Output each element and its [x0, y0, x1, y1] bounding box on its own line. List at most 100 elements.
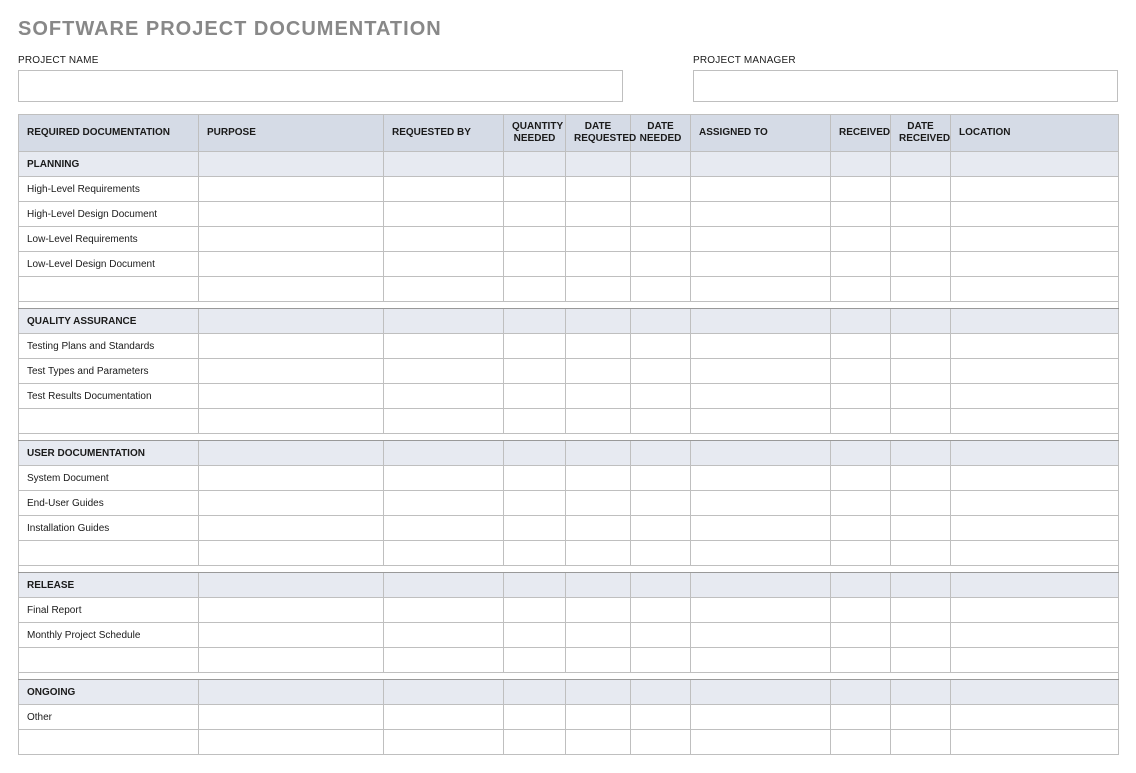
table-cell[interactable]	[951, 516, 1119, 541]
table-cell[interactable]	[384, 334, 504, 359]
table-cell[interactable]	[504, 516, 566, 541]
table-cell[interactable]	[631, 409, 691, 434]
table-cell[interactable]	[631, 277, 691, 302]
table-cell[interactable]	[691, 623, 831, 648]
table-cell[interactable]: End-User Guides	[19, 491, 199, 516]
table-cell[interactable]	[504, 177, 566, 202]
table-cell[interactable]	[566, 730, 631, 755]
table-cell[interactable]	[831, 202, 891, 227]
table-cell[interactable]	[199, 384, 384, 409]
table-cell[interactable]	[891, 409, 951, 434]
table-cell[interactable]	[691, 202, 831, 227]
table-cell[interactable]	[951, 491, 1119, 516]
table-cell[interactable]	[384, 491, 504, 516]
table-cell[interactable]	[384, 227, 504, 252]
table-cell[interactable]	[384, 252, 504, 277]
table-cell[interactable]	[831, 227, 891, 252]
table-cell[interactable]	[831, 177, 891, 202]
table-cell[interactable]	[631, 227, 691, 252]
table-cell[interactable]	[891, 384, 951, 409]
table-cell[interactable]: High-Level Requirements	[19, 177, 199, 202]
table-cell[interactable]	[199, 177, 384, 202]
table-cell[interactable]	[691, 466, 831, 491]
table-cell[interactable]	[691, 516, 831, 541]
table-cell[interactable]	[691, 252, 831, 277]
project-name-input[interactable]	[18, 70, 623, 102]
table-cell[interactable]	[831, 491, 891, 516]
table-cell[interactable]	[566, 623, 631, 648]
table-cell[interactable]	[566, 277, 631, 302]
table-cell[interactable]	[504, 359, 566, 384]
table-cell[interactable]	[831, 466, 891, 491]
table-cell[interactable]	[504, 598, 566, 623]
table-cell[interactable]	[891, 177, 951, 202]
table-cell[interactable]	[199, 541, 384, 566]
table-cell[interactable]	[831, 409, 891, 434]
table-cell[interactable]	[631, 541, 691, 566]
table-cell[interactable]	[891, 648, 951, 673]
table-cell[interactable]	[891, 598, 951, 623]
table-cell[interactable]	[831, 359, 891, 384]
table-cell[interactable]	[891, 277, 951, 302]
table-cell[interactable]	[19, 648, 199, 673]
table-cell[interactable]	[566, 252, 631, 277]
table-cell[interactable]	[384, 541, 504, 566]
table-cell[interactable]: System Document	[19, 466, 199, 491]
table-cell[interactable]	[831, 252, 891, 277]
table-cell[interactable]	[951, 252, 1119, 277]
table-cell[interactable]	[891, 491, 951, 516]
table-cell[interactable]	[891, 705, 951, 730]
table-cell[interactable]	[951, 541, 1119, 566]
table-cell[interactable]	[631, 705, 691, 730]
table-cell[interactable]	[831, 334, 891, 359]
table-cell[interactable]	[566, 491, 631, 516]
table-cell[interactable]	[691, 730, 831, 755]
table-cell[interactable]	[199, 466, 384, 491]
table-cell[interactable]: Low-Level Requirements	[19, 227, 199, 252]
table-cell[interactable]	[691, 705, 831, 730]
table-cell[interactable]	[631, 516, 691, 541]
table-cell[interactable]	[384, 516, 504, 541]
table-cell[interactable]	[691, 648, 831, 673]
table-cell[interactable]	[891, 202, 951, 227]
table-cell[interactable]	[504, 623, 566, 648]
table-cell[interactable]	[691, 177, 831, 202]
table-cell[interactable]	[631, 598, 691, 623]
table-cell[interactable]	[831, 705, 891, 730]
table-cell[interactable]	[891, 730, 951, 755]
table-cell[interactable]	[951, 334, 1119, 359]
table-cell[interactable]	[691, 277, 831, 302]
table-cell[interactable]	[199, 409, 384, 434]
table-cell[interactable]	[631, 466, 691, 491]
table-cell[interactable]: Other	[19, 705, 199, 730]
table-cell[interactable]	[566, 359, 631, 384]
table-cell[interactable]: High-Level Design Document	[19, 202, 199, 227]
table-cell[interactable]	[504, 409, 566, 434]
table-cell[interactable]	[891, 334, 951, 359]
table-cell[interactable]	[891, 466, 951, 491]
table-cell[interactable]: Monthly Project Schedule	[19, 623, 199, 648]
table-cell[interactable]	[504, 252, 566, 277]
table-cell[interactable]	[384, 648, 504, 673]
table-cell[interactable]	[199, 623, 384, 648]
table-cell[interactable]	[566, 705, 631, 730]
table-cell[interactable]	[566, 598, 631, 623]
table-cell[interactable]	[631, 202, 691, 227]
table-cell[interactable]	[566, 516, 631, 541]
table-cell[interactable]	[691, 334, 831, 359]
table-cell[interactable]	[566, 202, 631, 227]
table-cell[interactable]	[199, 334, 384, 359]
table-cell[interactable]: Installation Guides	[19, 516, 199, 541]
table-cell[interactable]	[566, 227, 631, 252]
table-cell[interactable]	[831, 730, 891, 755]
table-cell[interactable]	[504, 541, 566, 566]
table-cell[interactable]	[384, 598, 504, 623]
table-cell[interactable]	[504, 648, 566, 673]
table-cell[interactable]	[199, 598, 384, 623]
table-cell[interactable]	[199, 277, 384, 302]
table-cell[interactable]	[831, 623, 891, 648]
table-cell[interactable]: Final Report	[19, 598, 199, 623]
table-cell[interactable]	[384, 384, 504, 409]
table-cell[interactable]	[631, 334, 691, 359]
table-cell[interactable]	[504, 705, 566, 730]
